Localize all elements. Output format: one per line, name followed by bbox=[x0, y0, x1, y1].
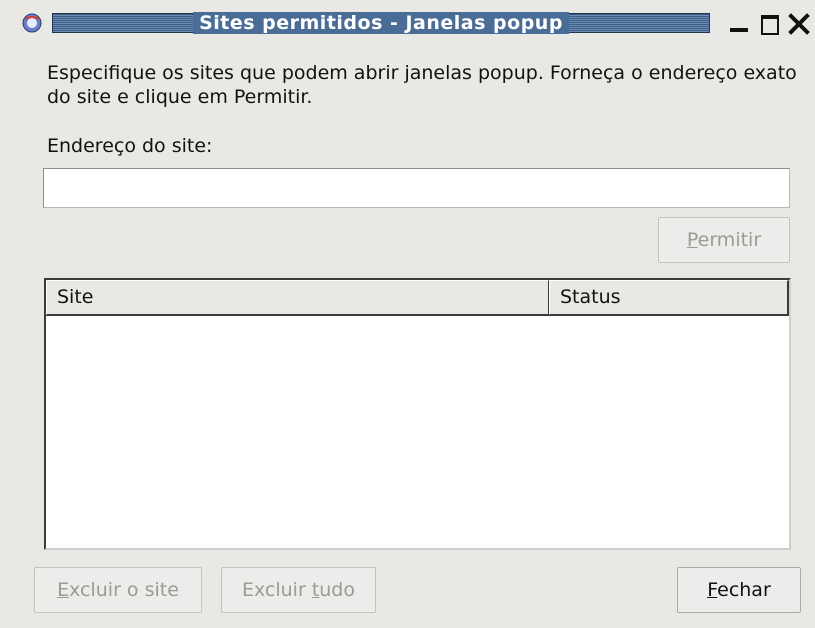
column-header-site[interactable]: Site bbox=[46, 280, 549, 315]
allow-mnemonic: P bbox=[686, 229, 698, 251]
remove-all-label: udo bbox=[319, 579, 355, 601]
title-bar[interactable]: Sites permitidos - Janelas popup bbox=[0, 0, 815, 42]
table-header: Site Status bbox=[46, 280, 789, 316]
maximize-icon[interactable] bbox=[758, 11, 782, 35]
allow-button[interactable]: Permitir bbox=[658, 217, 790, 263]
minimize-icon[interactable] bbox=[727, 11, 751, 35]
remove-all-prefix: Excluir bbox=[242, 579, 312, 601]
remove-site-button[interactable]: Excluir o site bbox=[34, 567, 202, 613]
sites-table[interactable]: Site Status bbox=[44, 278, 791, 550]
allow-label: ermitir bbox=[697, 229, 762, 251]
close-label: echar bbox=[717, 579, 771, 601]
close-button[interactable]: Fechar bbox=[677, 567, 801, 613]
popup-exceptions-dialog: Sites permitidos - Janelas popup Especif… bbox=[0, 0, 815, 628]
close-icon[interactable] bbox=[786, 11, 810, 35]
site-address-input[interactable] bbox=[43, 168, 790, 208]
close-mnemonic: F bbox=[707, 579, 718, 601]
column-header-status[interactable]: Status bbox=[549, 280, 789, 315]
site-address-label: Endereço do site: bbox=[47, 135, 213, 157]
window-title: Sites permitidos - Janelas popup bbox=[52, 10, 710, 36]
remove-all-button[interactable]: Excluir tudo bbox=[221, 567, 376, 613]
instructions-text: Especifique os sites que podem abrir jan… bbox=[47, 62, 797, 108]
browser-app-icon[interactable] bbox=[22, 13, 42, 33]
table-body[interactable] bbox=[46, 316, 789, 548]
remove-site-label: xcluir o site bbox=[69, 579, 179, 601]
remove-site-mnemonic: E bbox=[57, 579, 70, 601]
